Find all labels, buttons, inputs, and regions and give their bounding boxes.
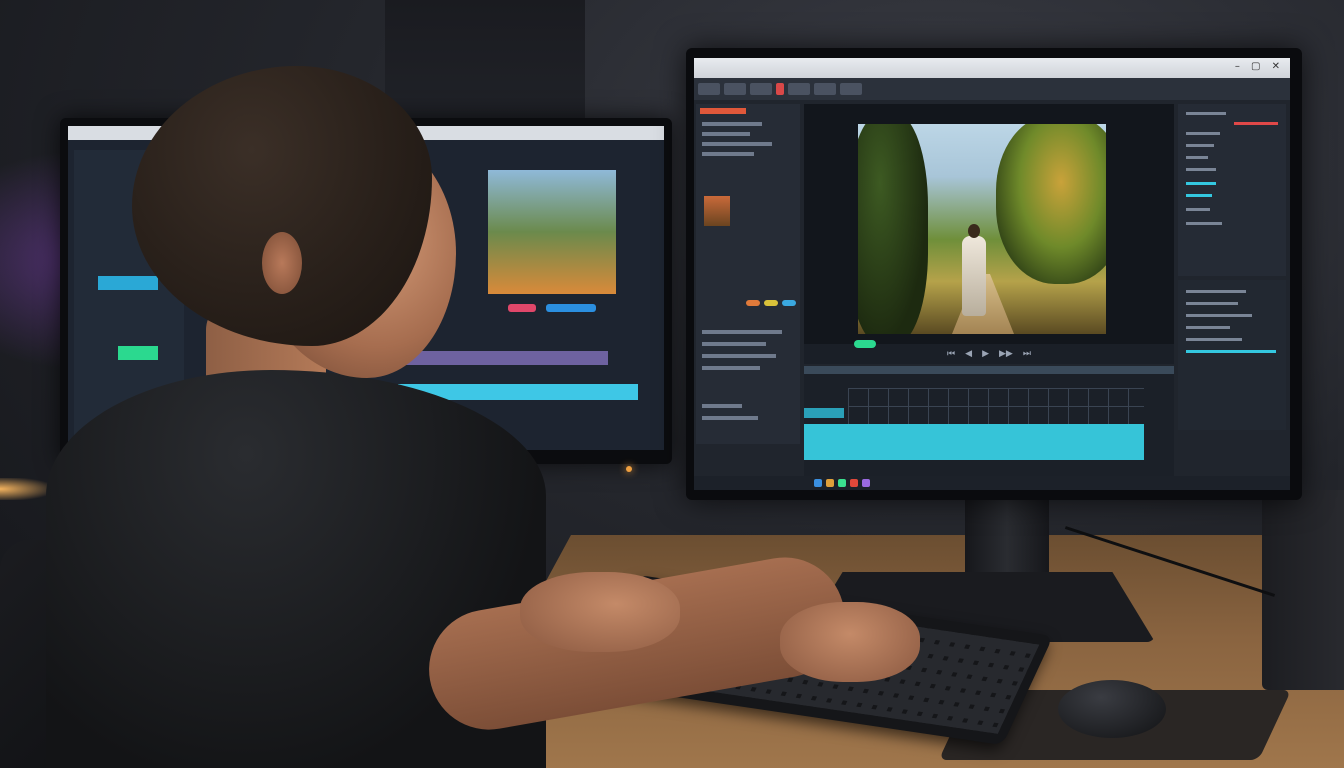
skip-back-icon[interactable]: ⏮ (947, 349, 955, 359)
list-item[interactable] (1186, 144, 1214, 147)
panel-accent-bar (700, 108, 746, 114)
list-item[interactable] (702, 330, 782, 334)
acoustic-panel (385, 0, 585, 120)
taskbar-app-icon[interactable] (814, 479, 822, 487)
list-item[interactable] (1186, 326, 1230, 329)
left-monitor-purple-track (398, 351, 608, 365)
record-icon[interactable] (776, 83, 784, 95)
taskbar-app-icon[interactable] (850, 479, 858, 487)
timeline-panel[interactable] (804, 340, 1174, 478)
effect-chip[interactable] (782, 300, 796, 306)
window-controls[interactable]: – ▢ ✕ (1235, 61, 1284, 72)
left-monitor-preview (488, 170, 616, 294)
list-item[interactable] (702, 122, 762, 126)
list-item[interactable] (1186, 132, 1220, 135)
media-browser-panel (696, 104, 800, 444)
effects-panel (1178, 280, 1286, 430)
app-titlebar: – ▢ ✕ (694, 58, 1290, 78)
speaker-box (1262, 490, 1344, 690)
list-item[interactable] (702, 142, 772, 146)
list-item[interactable] (702, 132, 750, 136)
left-monitor-red-button (508, 304, 536, 312)
os-taskbar (694, 476, 1290, 490)
toolbar-button[interactable] (840, 83, 862, 95)
list-item[interactable] (702, 416, 758, 420)
timeline-marker[interactable] (854, 340, 876, 348)
toolbar-button[interactable] (814, 83, 836, 95)
left-monitor-green-element (118, 346, 158, 360)
program-viewer[interactable] (804, 104, 1174, 344)
effect-chip[interactable] (764, 300, 778, 306)
list-item[interactable] (1186, 314, 1252, 317)
toolbar-button[interactable] (750, 83, 772, 95)
walking-figure (962, 236, 986, 316)
list-item[interactable] (702, 354, 776, 358)
figure-head (968, 224, 980, 238)
effect-chip[interactable] (746, 300, 760, 306)
monitor-stand-neck (965, 498, 1049, 578)
viewer-frame-forest-walk (858, 124, 1106, 334)
timeline-audio-clip[interactable] (804, 424, 1144, 460)
left-monitor-blue-button (546, 304, 596, 312)
list-item[interactable] (702, 342, 766, 346)
toolbar-button[interactable] (698, 83, 720, 95)
step-back-icon[interactable]: ◀ (965, 349, 972, 359)
taskbar-app-icon[interactable] (838, 479, 846, 487)
list-item[interactable] (1186, 222, 1222, 225)
list-item[interactable] (1186, 168, 1216, 171)
skip-forward-icon[interactable]: ⏭ (1023, 349, 1031, 359)
inspector-panel (1178, 104, 1286, 276)
fast-forward-icon[interactable]: ▶▶ (999, 349, 1013, 359)
list-item[interactable] (1186, 194, 1212, 197)
tree-silhouette (858, 124, 928, 334)
list-item[interactable] (1186, 302, 1238, 305)
list-item[interactable] (1186, 338, 1242, 341)
taskbar-app-icon[interactable] (862, 479, 870, 487)
toolbar-button[interactable] (724, 83, 746, 95)
computer-mouse[interactable] (1058, 680, 1166, 738)
inspector-red-bar (1234, 122, 1278, 125)
list-item[interactable] (702, 366, 760, 370)
left-hand-on-keyboard (520, 572, 680, 652)
list-item[interactable] (702, 152, 754, 156)
timeline-clip[interactable] (804, 408, 844, 418)
photo-scene: – ▢ ✕ ⏮ ◀ ▶ ▶▶ ⏭ (0, 0, 1344, 768)
list-item[interactable] (1186, 182, 1216, 185)
video-editor-screen: – ▢ ✕ ⏮ ◀ ▶ ▶▶ ⏭ (694, 58, 1290, 490)
list-item[interactable] (1186, 290, 1246, 293)
clip-thumbnail[interactable] (704, 196, 730, 226)
app-toolbar (694, 78, 1290, 100)
warm-lamp-glow (0, 478, 50, 500)
play-icon[interactable]: ▶ (982, 349, 989, 359)
timeline-ruler[interactable] (804, 366, 1174, 374)
list-item[interactable] (1186, 208, 1210, 211)
status-led (626, 466, 632, 472)
toolbar-button[interactable] (788, 83, 810, 95)
taskbar-app-icon[interactable] (826, 479, 834, 487)
right-hand-on-keyboard (780, 602, 920, 682)
list-item[interactable] (1186, 112, 1226, 115)
left-monitor-cyan-element (98, 276, 158, 290)
autumn-tree (996, 124, 1106, 284)
list-item[interactable] (1186, 156, 1208, 159)
person-ear (262, 232, 302, 294)
list-item[interactable] (702, 404, 742, 408)
panel-divider (1186, 350, 1276, 353)
